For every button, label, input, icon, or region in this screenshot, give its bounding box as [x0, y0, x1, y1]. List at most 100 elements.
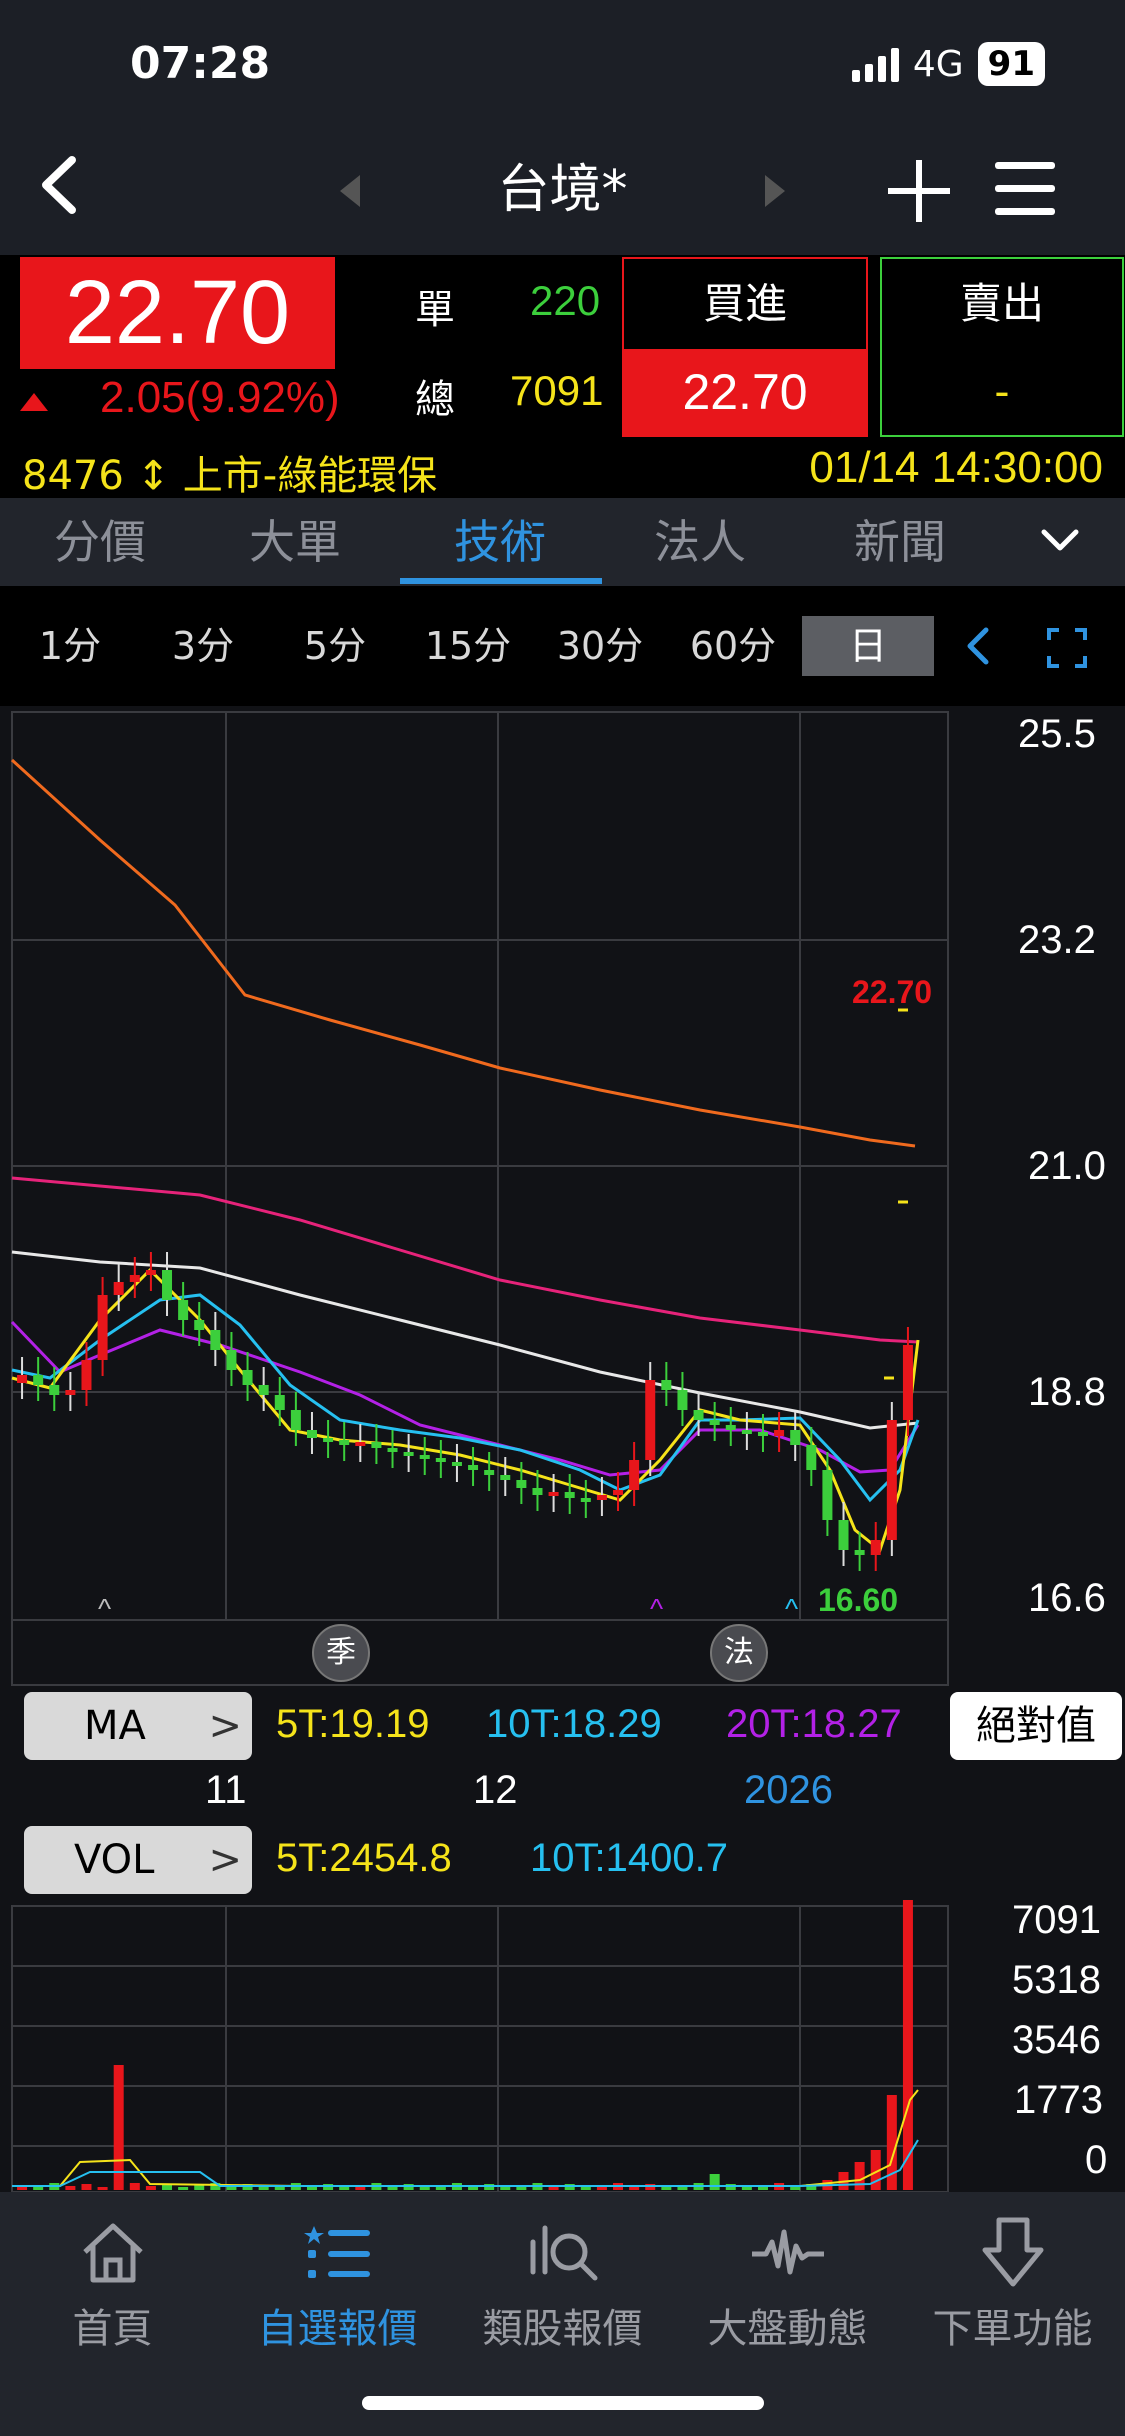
candle-body: [49, 1385, 60, 1395]
volume-bar: [81, 2184, 92, 2190]
menu-button[interactable]: [995, 160, 1055, 218]
candle-body: [194, 1320, 205, 1330]
fullscreen-icon[interactable]: [1045, 626, 1089, 670]
absolute-value-button[interactable]: 絕對值: [950, 1692, 1122, 1760]
candle-body: [645, 1380, 656, 1460]
prev-stock-icon[interactable]: [340, 175, 360, 207]
add-watchlist-button[interactable]: [888, 160, 950, 222]
tab-institutional[interactable]: 法人: [610, 498, 790, 586]
candle-body: [902, 1345, 913, 1420]
tab-price-distribution[interactable]: 分價: [10, 498, 190, 586]
network-type: 4G: [912, 43, 964, 85]
candlestick-chart[interactable]: ^ ^ ^: [0, 706, 1125, 2193]
stock-title[interactable]: 台境*: [497, 160, 627, 220]
candle-body: [419, 1455, 430, 1459]
quote-datetime: 01/14 14:30:00: [809, 443, 1103, 492]
candle-body: [274, 1395, 285, 1410]
ma-white-line: [11, 1250, 919, 1430]
period-5min[interactable]: 5分: [280, 616, 390, 676]
candle-body: [741, 1430, 752, 1434]
period-selector: 1分 3分 5分 15分 30分 60分 日: [0, 586, 1125, 706]
volume-bar: [178, 2187, 189, 2190]
candle-body: [258, 1385, 269, 1395]
candle-body: [290, 1410, 301, 1430]
sector-search-icon: [530, 2225, 597, 2281]
volume-axis-label: 7091: [1012, 1898, 1101, 1942]
candle-body: [65, 1390, 76, 1395]
candle-body: [838, 1520, 849, 1550]
low-price-tag: 16.60: [818, 1582, 899, 1618]
chevron-down-icon[interactable]: [1040, 520, 1080, 560]
candle-body: [854, 1550, 865, 1555]
single-volume: 220: [530, 277, 601, 324]
candle-body: [532, 1488, 543, 1495]
candle-body: [33, 1375, 44, 1385]
candle-body: [693, 1410, 704, 1420]
chart-area[interactable]: ^ ^ ^ 25.5 23.2 21.0 18.8 16.6 22.70 16.…: [0, 706, 1125, 2193]
volume-bar: [419, 2187, 430, 2190]
nav-watchlist[interactable]: 自選報價: [225, 2212, 450, 2354]
ma-button-label: MA: [84, 1703, 146, 1749]
candle-body: [677, 1390, 688, 1410]
candle-body: [210, 1330, 221, 1350]
candle-body: [661, 1380, 672, 1390]
period-30min[interactable]: 30分: [545, 616, 655, 676]
vol-indicator-button[interactable]: VOL >: [24, 1826, 252, 1894]
single-volume-label: 單: [415, 287, 455, 333]
buy-button[interactable]: 買進 22.70: [622, 257, 868, 437]
tab-technical[interactable]: 技術: [410, 498, 590, 586]
order-arrow-icon: [982, 2217, 1043, 2287]
ma10-value: 10T:18.29: [486, 1702, 662, 1746]
nav-home[interactable]: 首頁: [0, 2212, 225, 2354]
price-axis-label: 18.8: [1028, 1370, 1106, 1414]
volume-axis-label: 1773: [1014, 2078, 1103, 2122]
candle-body: [97, 1295, 108, 1360]
vol-ma10-value: 10T:1400.7: [530, 1836, 728, 1880]
candle-body: [596, 1495, 607, 1500]
tab-news[interactable]: 新聞: [810, 498, 990, 586]
battery-icon: 91: [977, 42, 1045, 86]
candle-body: [757, 1432, 768, 1436]
ma-cyan-line: [11, 1293, 920, 1503]
period-3min[interactable]: 3分: [148, 616, 258, 676]
candle-body: [323, 1438, 334, 1442]
caret-mark: ^: [98, 1593, 111, 1624]
nav-market[interactable]: 大盤動態: [675, 2212, 900, 2354]
status-time: 07:28: [130, 38, 271, 89]
period-60min[interactable]: 60分: [678, 616, 788, 676]
pulse-icon: [751, 2229, 824, 2275]
quote-panel: 22.70 2.05(9.92%) 單 220 總 7091 買進 22.70 …: [0, 255, 1125, 445]
candle-body: [709, 1420, 720, 1425]
event-marker-season[interactable]: 季: [312, 1624, 370, 1682]
up-triangle-icon: [20, 393, 48, 411]
candle-body: [580, 1498, 591, 1502]
sell-button[interactable]: 賣出 -: [880, 257, 1124, 437]
period-15min[interactable]: 15分: [413, 616, 523, 676]
nav-sector[interactable]: 類股報價: [450, 2212, 675, 2354]
nav-market-label: 大盤動態: [707, 2306, 868, 2352]
event-marker-legal[interactable]: 法: [710, 1624, 768, 1682]
tab-big-orders[interactable]: 大單: [205, 498, 385, 586]
period-day[interactable]: 日: [802, 616, 934, 676]
chevron-left-icon[interactable]: [958, 626, 998, 666]
ma-indicator-button[interactable]: MA >: [24, 1692, 252, 1760]
buy-label: 買進: [702, 279, 787, 328]
nav-order[interactable]: 下單功能: [900, 2212, 1125, 2354]
candle-body: [629, 1460, 640, 1490]
volume-bar: [580, 2187, 591, 2190]
candle-body: [403, 1452, 414, 1456]
tab-bar: 分價 大單 技術 法人 新聞: [0, 498, 1125, 586]
signal-icon: [851, 46, 899, 82]
candle-body: [548, 1492, 559, 1496]
next-stock-icon[interactable]: [765, 175, 785, 207]
candle-body: [870, 1540, 881, 1555]
candle-body: [339, 1440, 350, 1445]
status-bar: 07:28 4G 91: [0, 0, 1125, 130]
back-chevron-icon[interactable]: [28, 150, 98, 220]
active-tab-indicator: [400, 578, 602, 584]
stock-info-row: 8476 ↕ 上市-綠能環保 01/14 14:30:00: [0, 443, 1125, 499]
caret-mark: ^: [650, 1593, 663, 1624]
period-1min[interactable]: 1分: [15, 616, 125, 676]
nav-bar: 台境*: [0, 130, 1125, 272]
sell-price: -: [994, 367, 1010, 416]
